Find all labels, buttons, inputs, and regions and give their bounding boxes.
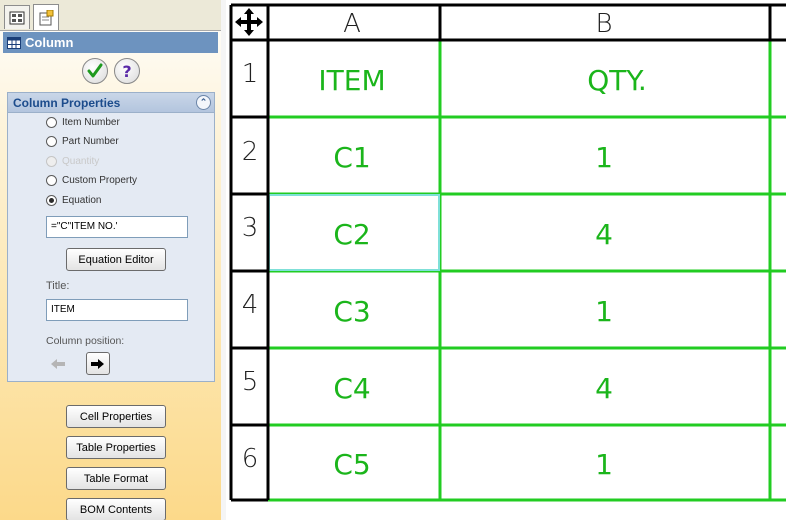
row-header-5[interactable]: 5	[242, 367, 259, 397]
table-svg: A B 1 2 3 4 5 6 ITEM QTY. C1 1 C2 4 C3 1…	[229, 3, 786, 502]
cell-b5[interactable]: 4	[595, 372, 613, 405]
radio-button[interactable]	[46, 174, 57, 186]
radio-quantity: Quantity	[46, 153, 99, 169]
row-header-1[interactable]: 1	[242, 59, 259, 89]
cell-a4[interactable]: C3	[333, 295, 370, 328]
svg-text:?: ?	[122, 62, 131, 80]
row-header-2[interactable]: 2	[242, 137, 259, 167]
feature-tree-icon	[9, 11, 25, 24]
radio-button[interactable]	[46, 116, 57, 128]
cell-b4[interactable]: 1	[595, 295, 613, 328]
radio-custom-property[interactable]: Custom Property	[46, 172, 137, 188]
radio-label: Custom Property	[62, 174, 138, 186]
bom-contents-button[interactable]: BOM Contents	[66, 498, 166, 520]
group-title: Column Properties	[13, 95, 121, 110]
panel-tab-strip	[0, 0, 221, 31]
panel-header: Column	[3, 32, 218, 53]
property-manager-tab[interactable]	[33, 4, 59, 30]
column-header-a[interactable]: A	[343, 9, 361, 39]
cell-a1[interactable]: ITEM	[318, 64, 385, 97]
group-header[interactable]: Column Properties ⌃	[8, 93, 214, 113]
radio-button[interactable]	[46, 194, 57, 206]
cell-b2[interactable]: 1	[595, 141, 613, 174]
arrow-right-icon	[91, 358, 104, 369]
column-header-b[interactable]: B	[595, 9, 612, 39]
radio-item-number[interactable]: Item Number	[46, 114, 120, 130]
radio-part-number[interactable]: Part Number	[46, 133, 119, 149]
radio-button	[46, 155, 57, 167]
row-header-3[interactable]: 3	[242, 213, 259, 243]
arrow-left-icon	[51, 359, 65, 369]
table-grid: A B 1 2 3 4 5 6 ITEM QTY. C1 1 C2 4 C3 1…	[226, 0, 786, 520]
table-format-button[interactable]: Table Format	[66, 467, 166, 490]
row-header-4[interactable]: 4	[242, 290, 259, 320]
property-manager-icon	[39, 9, 54, 25]
cell-a3[interactable]: C2	[333, 218, 370, 251]
radio-label: Equation	[62, 194, 102, 206]
radio-button[interactable]	[46, 135, 57, 147]
cell-a2[interactable]: C1	[333, 141, 370, 174]
radio-label: Part Number	[62, 135, 119, 147]
title-field[interactable]: ITEM	[46, 299, 188, 321]
cell-a5[interactable]: C4	[333, 372, 370, 405]
title-label: Title:	[46, 280, 70, 292]
help-button[interactable]: ?	[114, 58, 140, 84]
property-manager-panel: Column ? Column Properties ⌃ Item Number…	[0, 0, 222, 520]
collapse-chevron-icon[interactable]: ⌃	[196, 95, 211, 110]
cell-b3[interactable]: 4	[595, 218, 613, 251]
radio-label: Quantity	[62, 155, 100, 167]
move-right-button[interactable]	[86, 352, 110, 375]
move-left-button[interactable]	[48, 355, 68, 373]
radio-label: Item Number	[62, 116, 120, 128]
move-arrows-icon[interactable]	[235, 8, 263, 36]
question-icon: ?	[122, 62, 131, 80]
feature-tree-tab[interactable]	[4, 5, 30, 29]
equation-editor-button[interactable]: Equation Editor	[66, 248, 166, 271]
cell-a6[interactable]: C5	[333, 448, 370, 481]
equation-field[interactable]: ="C"ITEM NO.'	[46, 216, 188, 238]
cell-b1[interactable]: QTY.	[587, 64, 646, 97]
row-header-6[interactable]: 6	[242, 444, 259, 474]
column-position-label: Column position:	[46, 335, 125, 347]
radio-equation[interactable]: Equation	[46, 192, 101, 208]
table-properties-button[interactable]: Table Properties	[66, 436, 166, 459]
ok-button[interactable]	[82, 58, 108, 84]
cell-properties-button[interactable]: Cell Properties	[66, 405, 166, 428]
table-column-icon	[7, 36, 21, 49]
cell-b6[interactable]: 1	[595, 448, 613, 481]
checkmark-icon	[87, 63, 103, 78]
panel-title: Column	[25, 35, 74, 50]
